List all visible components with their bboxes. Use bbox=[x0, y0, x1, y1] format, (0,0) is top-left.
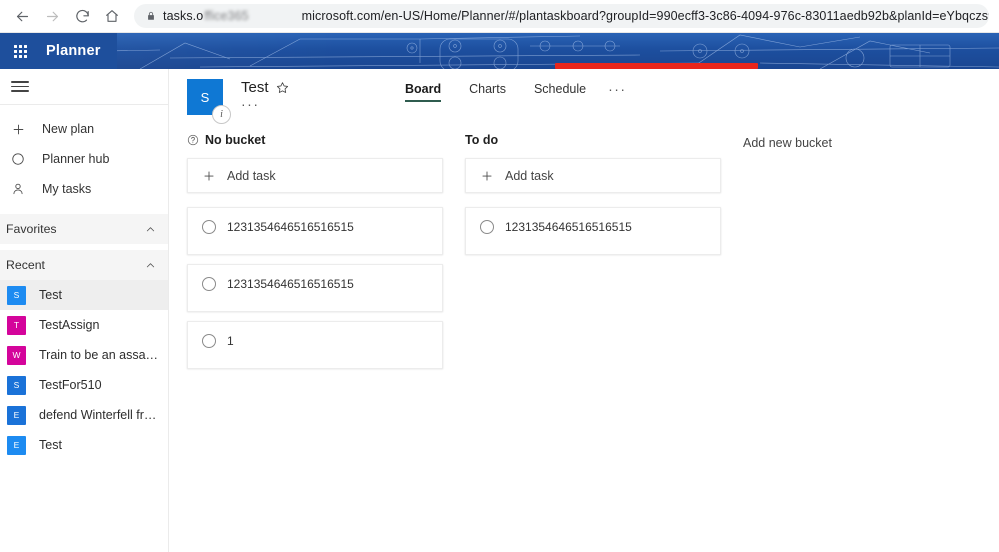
sidebar-plan-label: Test bbox=[39, 438, 62, 452]
task-title: 1231354646516516515 bbox=[227, 277, 354, 291]
person-icon bbox=[11, 182, 35, 196]
sidebar-plan-label: Train to be an assasin bbox=[39, 348, 161, 362]
bucket-header: To do bbox=[465, 127, 721, 153]
sidebar-plan-defend-winterfell[interactable]: E defend Winterfell fron t... bbox=[0, 400, 168, 430]
tabs-more-options[interactable]: ··· bbox=[600, 82, 627, 96]
plan-header: S i Test ··· Board Charts Schedule ··· bbox=[169, 69, 999, 127]
main-content: S i Test ··· Board Charts Schedule ··· N… bbox=[169, 69, 999, 552]
address-bar-url: tasks.office365 microsoft.com/en-US/Home/… bbox=[163, 9, 989, 23]
task-title: 1231354646516516515 bbox=[227, 220, 354, 234]
lock-icon bbox=[146, 10, 156, 22]
back-icon[interactable] bbox=[8, 2, 36, 30]
plan-tile: S bbox=[7, 285, 26, 305]
address-bar[interactable]: tasks.office365 microsoft.com/en-US/Home/… bbox=[134, 4, 989, 28]
task-complete-checkbox[interactable] bbox=[202, 277, 216, 291]
sidebar-plan-label: Test bbox=[39, 288, 62, 302]
plus-icon bbox=[202, 169, 216, 183]
home-icon[interactable] bbox=[98, 2, 126, 30]
add-task-button[interactable]: Add task bbox=[187, 158, 443, 193]
bucket-title[interactable]: No bucket bbox=[205, 133, 265, 147]
plus-icon bbox=[11, 122, 35, 137]
sidebar-toggle[interactable] bbox=[0, 69, 168, 104]
sidebar-plan-test[interactable]: S Test bbox=[0, 280, 168, 310]
add-new-bucket[interactable]: Add new bucket bbox=[743, 127, 999, 552]
browser-nav-buttons bbox=[0, 2, 126, 30]
browser-toolbar: tasks.office365 microsoft.com/en-US/Home/… bbox=[0, 0, 999, 33]
sidebar-item-label: New plan bbox=[42, 122, 95, 136]
task-title: 1 bbox=[227, 334, 234, 348]
plan-tile: E bbox=[7, 435, 26, 455]
plan-tile: T bbox=[7, 315, 26, 335]
task-card[interactable]: 1231354646516516515 bbox=[465, 207, 721, 255]
add-new-bucket-label[interactable]: Add new bucket bbox=[743, 136, 832, 150]
sidebar-plan-testfor510[interactable]: S TestFor510 bbox=[0, 370, 168, 400]
bucket-title[interactable]: To do bbox=[465, 133, 498, 147]
add-new-bucket-header: Add new bucket bbox=[743, 127, 999, 153]
plus-icon bbox=[480, 169, 494, 183]
sidebar-plan-label: TestAssign bbox=[39, 318, 100, 332]
help-circle-icon[interactable] bbox=[187, 134, 199, 146]
task-complete-checkbox[interactable] bbox=[480, 220, 494, 234]
add-task-label: Add task bbox=[227, 168, 276, 183]
task-card[interactable]: 1231354646516516515 bbox=[187, 264, 443, 312]
sidebar-item-my-tasks[interactable]: My tasks bbox=[0, 174, 168, 204]
chevron-up-icon[interactable] bbox=[145, 224, 156, 235]
sidebar-plan-label: defend Winterfell fron t... bbox=[39, 408, 161, 422]
plan-tile: W bbox=[7, 345, 26, 365]
circle-icon bbox=[11, 152, 35, 166]
url-prefix: tasks.o bbox=[163, 9, 204, 23]
sidebar-item-label: Planner hub bbox=[42, 152, 110, 166]
plan-tabs: Board Charts Schedule ··· bbox=[405, 82, 627, 102]
task-board: No bucket Add task 1231354646516516515 1… bbox=[169, 127, 999, 552]
tab-board[interactable]: Board bbox=[405, 82, 455, 102]
url-blurred-segment: ffice365 bbox=[204, 9, 249, 23]
sidebar-item-label: My tasks bbox=[42, 182, 92, 196]
sidebar-item-new-plan[interactable]: New plan bbox=[0, 114, 168, 144]
tab-charts[interactable]: Charts bbox=[455, 82, 520, 102]
add-task-label: Add task bbox=[505, 168, 554, 183]
plan-tile: S bbox=[7, 375, 26, 395]
sidebar-plan-label: TestFor510 bbox=[39, 378, 102, 392]
task-complete-checkbox[interactable] bbox=[202, 220, 216, 234]
suite-header-left: Planner bbox=[0, 33, 117, 69]
task-card[interactable]: 1231354646516516515 bbox=[187, 207, 443, 255]
tab-schedule[interactable]: Schedule bbox=[520, 82, 600, 102]
suite-title[interactable]: Planner bbox=[46, 43, 101, 59]
sidebar-plan-test-2[interactable]: E Test bbox=[0, 430, 168, 460]
sidebar-item-planner-hub[interactable]: Planner hub bbox=[0, 144, 168, 174]
plan-tile: E bbox=[7, 405, 26, 425]
plan-title-wrap: Test ··· bbox=[241, 79, 289, 111]
redaction-bar bbox=[555, 63, 758, 69]
task-card[interactable]: 1 bbox=[187, 321, 443, 369]
task-complete-checkbox[interactable] bbox=[202, 334, 216, 348]
bucket-header: No bucket bbox=[187, 127, 443, 153]
page-title: Test bbox=[241, 79, 269, 96]
sidebar-plan-train-to-be-an-assasin[interactable]: W Train to be an assasin bbox=[0, 340, 168, 370]
chevron-up-icon[interactable] bbox=[145, 260, 156, 271]
bucket-no-bucket: No bucket Add task 1231354646516516515 1… bbox=[187, 127, 443, 552]
star-outline-icon[interactable] bbox=[276, 81, 289, 94]
sidebar-section-label: Favorites bbox=[6, 222, 57, 236]
add-task-button[interactable]: Add task bbox=[465, 158, 721, 193]
sidebar-plan-testassign[interactable]: T TestAssign bbox=[0, 310, 168, 340]
sidebar-section-recent[interactable]: Recent bbox=[0, 250, 168, 280]
plan-info-badge[interactable]: i bbox=[212, 105, 231, 124]
sidebar-section-label: Recent bbox=[6, 258, 45, 272]
sidebar-section-favorites[interactable]: Favorites bbox=[0, 214, 168, 244]
bucket-to-do: To do Add task 1231354646516516515 bbox=[465, 127, 721, 552]
url-suffix: microsoft.com/en-US/Home/Planner/#/plant… bbox=[301, 9, 989, 23]
plan-more-options[interactable]: ··· bbox=[241, 97, 289, 111]
reload-icon[interactable] bbox=[68, 2, 96, 30]
suite-header: Planner bbox=[0, 33, 999, 69]
blueprint-background bbox=[0, 33, 999, 69]
hamburger-menu-icon bbox=[11, 81, 29, 92]
task-title: 1231354646516516515 bbox=[505, 220, 632, 234]
sidebar: New plan Planner hub My tasks Favorites … bbox=[0, 69, 169, 552]
app-launcher-icon[interactable] bbox=[0, 33, 40, 69]
forward-icon[interactable] bbox=[38, 2, 66, 30]
